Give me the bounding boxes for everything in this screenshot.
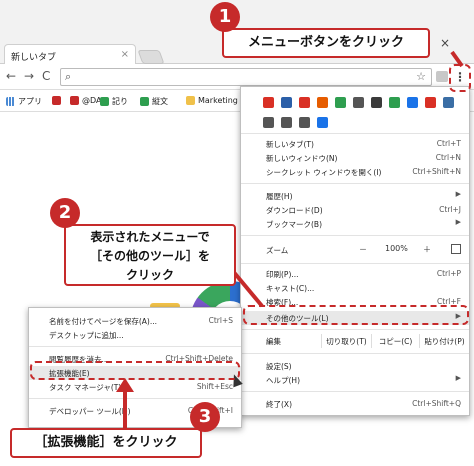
step-3-badge: 3 (190, 402, 220, 432)
callout-2-line-1: 表示されたメニューで (90, 230, 210, 244)
callout-step-2: 表示されたメニューで ［その他のツール］を クリック (64, 224, 236, 286)
callout-1-text: メニューボタンをクリック (247, 35, 404, 50)
step-2-badge: 2 (50, 198, 80, 228)
arrow-to-more-tools (230, 268, 264, 308)
callout-step-1: メニューボタンをクリック (222, 28, 430, 58)
step-1-badge: 1 (210, 2, 240, 32)
callout-3-text: ［拡張機能］をクリック (34, 435, 178, 450)
callout-2-line-3: クリック (125, 268, 174, 282)
callout-step-3: ［拡張機能］をクリック (10, 428, 202, 458)
callout-2-line-2: ［その他のツール］を (89, 249, 210, 263)
arrow-head (116, 378, 134, 392)
arrow-to-menu-button (450, 50, 464, 68)
